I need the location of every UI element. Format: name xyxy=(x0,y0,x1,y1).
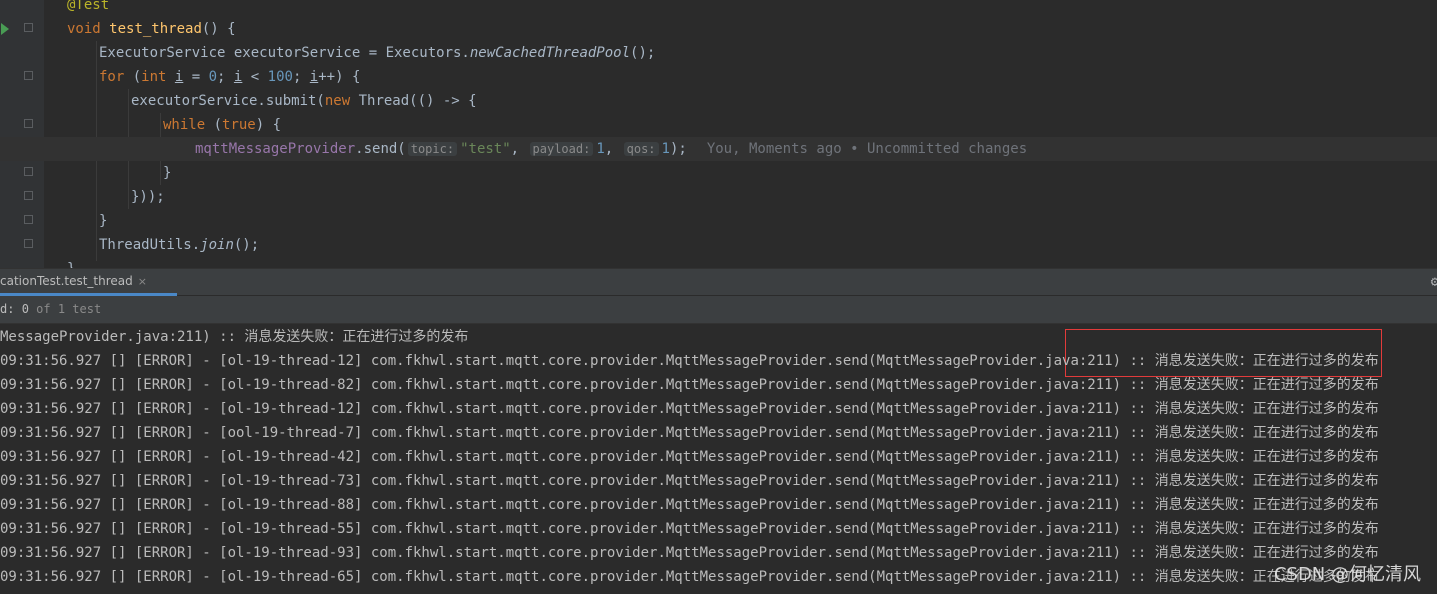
run-tab-label: cationTest.test_thread xyxy=(0,274,133,288)
code-token: } xyxy=(67,261,75,268)
code-line[interactable]: executorService.submit(new Thread(() -> … xyxy=(0,89,1437,113)
code-token: , xyxy=(604,141,622,157)
code-token: ( xyxy=(213,117,223,133)
watermark: CSDN @何忆清风 xyxy=(1273,564,1421,585)
code-token: ( xyxy=(132,69,142,85)
code-token: (); xyxy=(630,45,656,61)
code-token: .send( xyxy=(355,141,406,157)
code-token: ; xyxy=(217,69,234,85)
code-line[interactable]: for (int i = 0; i < 100; i++) { xyxy=(0,65,1437,89)
code-token: executorService.submit( xyxy=(131,93,325,109)
code-token: ThreadUtils. xyxy=(99,237,201,253)
log-line: 09:31:56.927 [] [ERROR] - [ol-19-thread-… xyxy=(0,545,1379,561)
code-token: ); xyxy=(669,141,687,157)
code-line[interactable]: while (true) { xyxy=(0,113,1437,137)
status-count: 0 xyxy=(21,302,29,316)
log-line: 09:31:56.927 [] [ERROR] - [ol-19-thread-… xyxy=(0,353,1379,369)
code-line[interactable]: ThreadUtils.join(); xyxy=(0,233,1437,257)
test-status-bar: d: 0 of 1 test xyxy=(0,296,1437,324)
git-blame-annotation: You, Moments ago • Uncommitted changes xyxy=(706,141,1028,157)
code-token: mqttMessageProvider xyxy=(195,141,356,157)
log-line: 09:31:56.927 [] [ERROR] - [ol-19-thread-… xyxy=(0,377,1379,393)
code-token: true xyxy=(222,117,256,133)
code-token: 0 xyxy=(208,69,218,85)
log-line: 09:31:56.927 [] [ERROR] - [ol-19-thread-… xyxy=(0,497,1379,513)
code-token: "test" xyxy=(460,141,511,157)
log-line: 09:31:56.927 [] [ERROR] - [ool-19-thread… xyxy=(0,425,1379,441)
code-token: } xyxy=(99,213,108,229)
code-line[interactable]: })); xyxy=(0,185,1437,209)
log-line: 09:31:56.927 [] [ERROR] - [ol-19-thread-… xyxy=(0,401,1379,417)
code-token: 1 xyxy=(596,141,605,157)
code-line[interactable]: } xyxy=(0,209,1437,233)
code-line[interactable]: ExecutorService executorService = Execut… xyxy=(0,41,1437,65)
code-line[interactable]: @Test xyxy=(0,0,1437,17)
parameter-hint: payload: xyxy=(529,142,594,156)
gear-icon[interactable]: ⚙ xyxy=(1431,274,1437,290)
code-token: < xyxy=(242,69,268,85)
parameter-hint: topic: xyxy=(407,142,458,156)
code-token: i xyxy=(309,69,319,85)
code-editor[interactable]: @Test void test_thread() {ExecutorService… xyxy=(0,0,1437,268)
log-line: 09:31:56.927 [] [ERROR] - [ol-19-thread-… xyxy=(0,569,1379,585)
status-prefix: d: xyxy=(0,302,22,316)
console-output[interactable]: MessageProvider.java:211) :: 消息发送失败：正在进行… xyxy=(0,324,1437,594)
code-token: (); xyxy=(233,237,260,253)
log-line: MessageProvider.java:211) :: 消息发送失败：正在进行… xyxy=(0,329,469,345)
status-suffix: of 1 test xyxy=(28,302,102,316)
code-token: } xyxy=(163,165,172,181)
code-token: 100 xyxy=(267,69,293,85)
code-token: ; xyxy=(292,69,310,85)
log-line: 09:31:56.927 [] [ERROR] - [ol-19-thread-… xyxy=(0,521,1379,537)
code-token: while xyxy=(163,117,214,133)
code-token: @Test xyxy=(67,0,110,13)
code-token: ) { xyxy=(255,117,282,133)
code-token: ExecutorService executorService = Execut… xyxy=(99,45,470,61)
code-line[interactable]: } xyxy=(0,161,1437,185)
run-tab-bar: cationTest.test_thread × ⚙ xyxy=(0,268,1437,296)
code-token: join xyxy=(200,237,234,253)
close-icon[interactable]: × xyxy=(138,275,147,288)
code-token: new xyxy=(324,93,359,109)
code-token: = xyxy=(183,69,209,85)
code-token: , xyxy=(510,141,528,157)
code-token: test_thread xyxy=(109,21,202,37)
code-token: () { xyxy=(201,21,236,37)
code-token: int xyxy=(141,69,175,85)
log-line: 09:31:56.927 [] [ERROR] - [ol-19-thread-… xyxy=(0,449,1379,465)
code-line[interactable]: } xyxy=(0,257,1437,268)
code-line[interactable]: void test_thread() { xyxy=(0,17,1437,41)
code-line[interactable]: mqttMessageProvider.send(topic: "test", p… xyxy=(0,137,1437,161)
code-token: ++) { xyxy=(318,69,361,85)
log-line: 09:31:56.927 [] [ERROR] - [ol-19-thread-… xyxy=(0,473,1379,489)
parameter-hint: qos: xyxy=(623,142,659,156)
code-token: Thread(() -> { xyxy=(358,93,477,109)
code-token: for xyxy=(99,69,133,85)
code-token: })); xyxy=(131,189,165,205)
code-token: newCachedThreadPool xyxy=(469,45,631,61)
code-token: void xyxy=(67,21,110,37)
code-token: 1 xyxy=(661,141,670,157)
